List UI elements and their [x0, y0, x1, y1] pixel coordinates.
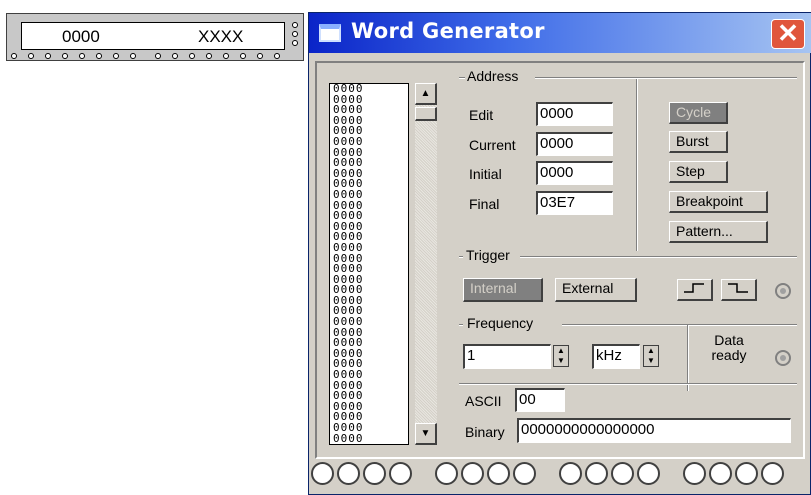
breakpoint-button[interactable]: Breakpoint	[669, 191, 768, 213]
symbol-right-value: XXXX	[198, 27, 244, 46]
frequency-unit-field[interactable]: kHz	[592, 344, 640, 369]
data-ready-label: Data ready	[711, 332, 747, 363]
symbol-output-pin[interactable]	[130, 53, 136, 59]
address-group-line	[535, 77, 797, 79]
current-field[interactable]: 0000	[536, 132, 613, 156]
symbol-output-pin[interactable]	[274, 53, 280, 59]
output-pin[interactable]	[611, 462, 634, 485]
symbol-output-pin[interactable]	[62, 53, 68, 59]
symbol-output-pin[interactable]	[96, 53, 102, 59]
binary-field[interactable]: 0000000000000000	[517, 418, 791, 443]
output-pin[interactable]	[637, 462, 660, 485]
output-pin[interactable]	[559, 462, 582, 485]
trigger-group-line	[459, 256, 463, 258]
output-pin[interactable]	[389, 462, 412, 485]
symbol-output-pin[interactable]	[172, 53, 178, 59]
symbol-left-value: 0000	[62, 27, 100, 46]
pattern-list[interactable]: 0000 0000 0000 0000 0000 0000 0000 0000 0000 0000…	[329, 83, 409, 445]
output-pin[interactable]	[337, 462, 360, 485]
word-generator-window: Word Generator ✕ 0000 0000 0000 0000 0000 000…	[308, 12, 811, 495]
symbol-side-pin[interactable]	[292, 40, 298, 46]
cycle-button[interactable]: Cycle	[669, 102, 728, 124]
trigger-group-label: Trigger	[466, 247, 510, 263]
output-pin-row	[309, 462, 811, 492]
ascii-field[interactable]: 00	[515, 388, 565, 412]
frequency-group-line	[562, 324, 797, 326]
title-bar[interactable]: Word Generator ✕	[309, 13, 811, 53]
address-group-line	[459, 77, 465, 79]
output-pin[interactable]	[435, 462, 458, 485]
symbol-output-pin[interactable]	[189, 53, 195, 59]
rising-edge-button[interactable]	[677, 279, 713, 301]
frequency-group-line	[459, 324, 463, 326]
output-pin[interactable]	[761, 462, 784, 485]
pattern-button[interactable]: Pattern...	[669, 221, 768, 243]
edit-label: Edit	[469, 107, 494, 123]
frequency-unit-spinner[interactable]: ▲ ▼	[643, 345, 659, 367]
burst-button[interactable]: Burst	[669, 131, 728, 153]
symbol-display: 0000 XXXX	[21, 22, 285, 50]
symbol-output-pin[interactable]	[28, 53, 34, 59]
symbol-output-pin[interactable]	[11, 53, 17, 59]
window-title: Word Generator	[351, 19, 545, 43]
falling-edge-button[interactable]	[721, 279, 757, 301]
word-generator-symbol[interactable]: 0000 XXXX	[6, 13, 304, 61]
data-ready-indicator	[775, 350, 791, 366]
rising-edge-icon	[683, 283, 704, 293]
external-trigger-button[interactable]: External	[555, 278, 637, 302]
bottom-separator	[459, 383, 797, 385]
scroll-up-button[interactable]: ▲	[415, 83, 437, 105]
initial-field[interactable]: 0000	[536, 161, 613, 185]
output-pin[interactable]	[683, 462, 706, 485]
initial-label: Initial	[469, 166, 502, 182]
symbol-output-pin[interactable]	[223, 53, 229, 59]
frequency-group-label: Frequency	[467, 315, 534, 331]
symbol-output-pin[interactable]	[206, 53, 212, 59]
frequency-value-field[interactable]: 1	[463, 344, 551, 369]
symbol-pin-row	[7, 53, 299, 61]
final-label: Final	[469, 196, 500, 212]
output-pin[interactable]	[513, 462, 536, 485]
frequency-separator	[687, 325, 689, 391]
pattern-list-scrollbar[interactable]: ▲ ▼	[415, 83, 437, 445]
window-icon	[319, 24, 341, 42]
scroll-thumb[interactable]	[415, 107, 437, 121]
edit-field[interactable]: 0000	[536, 102, 613, 126]
trigger-radio[interactable]	[775, 283, 791, 299]
symbol-output-pin[interactable]	[240, 53, 246, 59]
close-button[interactable]: ✕	[771, 19, 805, 49]
output-pin[interactable]	[311, 462, 334, 485]
pattern-list-item[interactable]: 0000	[330, 433, 408, 444]
falling-edge-icon	[727, 283, 748, 293]
output-pin[interactable]	[487, 462, 510, 485]
symbol-output-pin[interactable]	[113, 53, 119, 59]
final-field[interactable]: 03E7	[536, 191, 613, 215]
symbol-output-pin[interactable]	[155, 53, 161, 59]
step-button[interactable]: Step	[669, 161, 728, 183]
binary-label: Binary	[465, 424, 505, 440]
trigger-group-line	[520, 256, 797, 258]
symbol-output-pin[interactable]	[257, 53, 263, 59]
output-pin[interactable]	[735, 462, 758, 485]
address-separator	[636, 79, 638, 251]
output-pin[interactable]	[709, 462, 732, 485]
output-pin[interactable]	[461, 462, 484, 485]
symbol-output-pin[interactable]	[45, 53, 51, 59]
current-label: Current	[469, 137, 516, 153]
symbol-output-pin[interactable]	[79, 53, 85, 59]
address-group-label: Address	[467, 68, 519, 84]
scroll-down-button[interactable]: ▼	[415, 423, 437, 445]
output-pin[interactable]	[363, 462, 386, 485]
symbol-side-pin[interactable]	[292, 31, 298, 37]
frequency-value-spinner[interactable]: ▲ ▼	[553, 345, 569, 367]
output-pin[interactable]	[585, 462, 608, 485]
ascii-label: ASCII	[465, 393, 502, 409]
internal-trigger-button[interactable]: Internal	[463, 278, 543, 302]
symbol-side-pin[interactable]	[292, 22, 298, 28]
